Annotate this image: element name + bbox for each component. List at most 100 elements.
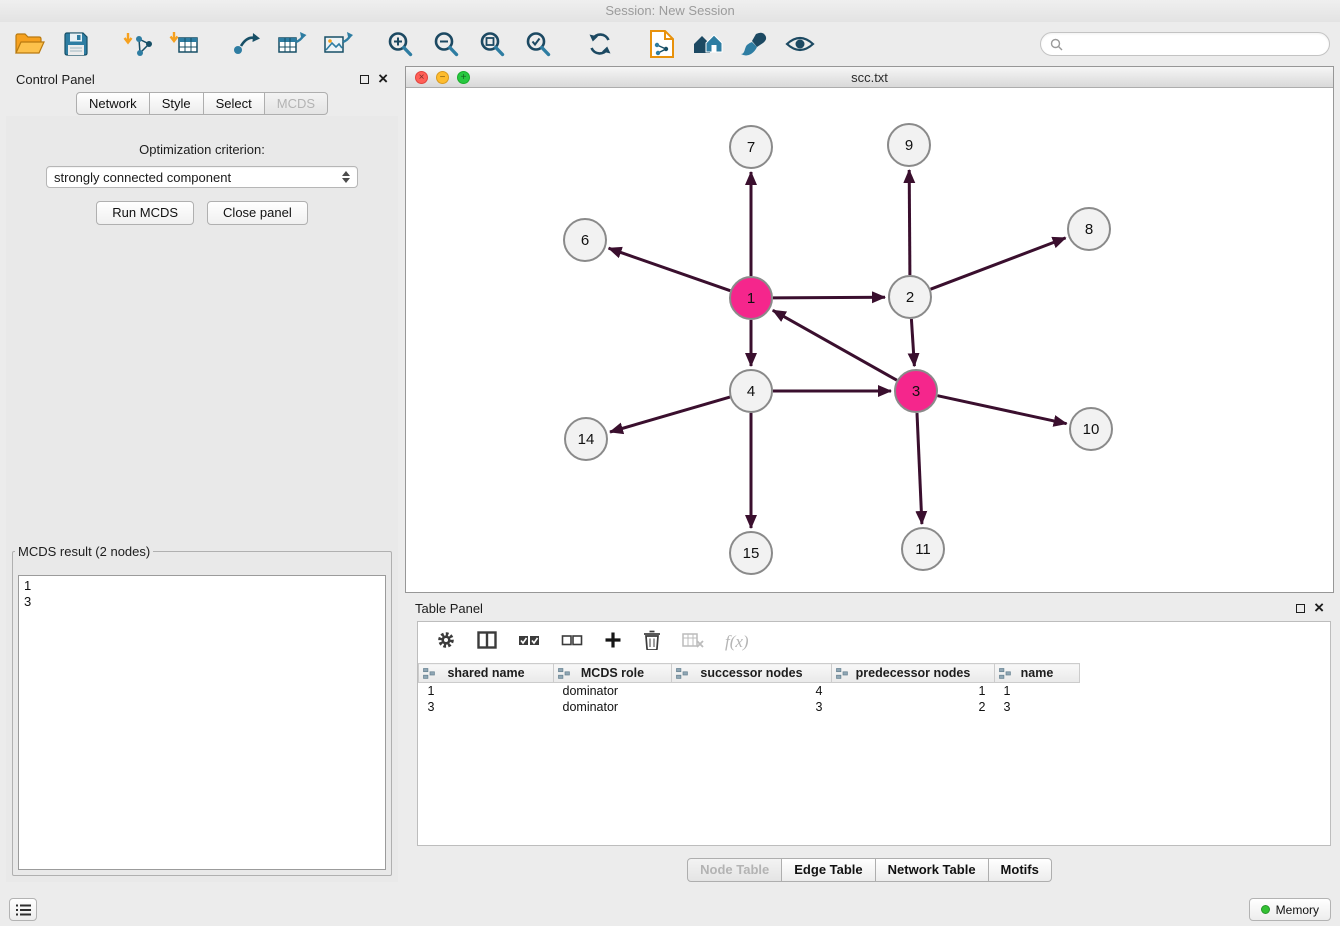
split-panel-icon	[477, 631, 497, 649]
table-tab-motifs[interactable]: Motifs	[989, 858, 1052, 882]
graph-edge-1-6[interactable]	[609, 248, 731, 291]
tab-mcds[interactable]: MCDS	[265, 92, 328, 115]
float-table-panel-icon[interactable]	[1296, 604, 1305, 613]
graph-edge-3-11[interactable]	[917, 413, 922, 524]
combo-arrows-icon	[342, 171, 350, 183]
table-cell[interactable]: 1	[832, 683, 995, 699]
float-panel-icon[interactable]	[360, 75, 369, 84]
control-panel-tabs: NetworkStyleSelectMCDS	[6, 92, 398, 115]
table-cell[interactable]: 1	[419, 683, 554, 699]
graph-edge-3-10[interactable]	[938, 396, 1067, 424]
main-toolbar	[0, 22, 1340, 66]
network-document-button[interactable]	[642, 26, 682, 62]
graph-node-label-2: 2	[906, 289, 914, 306]
table-cell[interactable]: 3	[672, 699, 832, 715]
table-cell[interactable]: dominator	[554, 683, 672, 699]
delete-table-button	[682, 631, 704, 654]
open-file-button[interactable]	[10, 26, 50, 62]
export-network-button[interactable]	[226, 26, 266, 62]
graph-edge-3-1[interactable]	[773, 310, 897, 380]
search-icon	[1050, 38, 1063, 51]
table-cell[interactable]: 3	[419, 699, 554, 715]
tab-select[interactable]: Select	[204, 92, 265, 115]
mcds-panel: Optimization criterion: strongly connect…	[6, 116, 398, 882]
graph-node-label-10: 10	[1083, 421, 1100, 438]
deselect-all-button[interactable]	[561, 632, 583, 653]
zoom-in-button[interactable]	[380, 26, 420, 62]
column-header-shared-name[interactable]: shared name	[419, 664, 554, 683]
split-table-button[interactable]	[477, 631, 497, 654]
column-header-mcds-role[interactable]: MCDS role	[554, 664, 672, 683]
table-tab-node-table[interactable]: Node Table	[687, 858, 782, 882]
houses-icon	[692, 31, 724, 57]
network-window-titlebar[interactable]: × − + scc.txt	[406, 67, 1333, 88]
table-cell[interactable]: dominator	[554, 699, 672, 715]
graph-edge-4-14[interactable]	[610, 397, 730, 432]
delete-column-button[interactable]	[643, 630, 661, 655]
graph-edge-2-8[interactable]	[931, 238, 1066, 289]
zoom-in-icon	[386, 30, 414, 58]
save-session-button[interactable]	[56, 26, 96, 62]
import-table-button[interactable]	[164, 26, 204, 62]
select-all-button[interactable]	[518, 632, 540, 653]
close-panel-button[interactable]: Close panel	[207, 201, 308, 225]
maximize-window-button[interactable]: +	[457, 71, 470, 84]
memory-label: Memory	[1276, 903, 1319, 917]
zoom-fit-button[interactable]	[472, 26, 512, 62]
mcds-result-line: 1	[24, 578, 380, 594]
mcds-result-text[interactable]: 13	[18, 575, 386, 870]
column-type-icon	[676, 668, 688, 679]
optimization-criterion-select[interactable]: strongly connected component	[46, 166, 358, 188]
tab-style[interactable]: Style	[150, 92, 204, 115]
memory-button[interactable]: Memory	[1249, 898, 1331, 921]
table-tab-edge-table[interactable]: Edge Table	[782, 858, 875, 882]
graph-edge-2-3[interactable]	[911, 319, 914, 366]
zoom-selected-icon	[524, 30, 552, 58]
minimize-window-button[interactable]: −	[436, 71, 449, 84]
table-settings-button[interactable]	[436, 630, 456, 655]
zoom-selected-button[interactable]	[518, 26, 558, 62]
close-window-button[interactable]: ×	[415, 71, 428, 84]
refresh-view-button[interactable]	[580, 26, 620, 62]
column-header-name[interactable]: name	[995, 664, 1080, 683]
mcds-result-title: MCDS result (2 nodes)	[15, 544, 153, 559]
graph-node-label-3: 3	[912, 383, 920, 400]
graph-node-label-11: 11	[915, 541, 931, 558]
run-mcds-button[interactable]: Run MCDS	[96, 201, 194, 225]
export-table-button[interactable]	[272, 26, 312, 62]
network-canvas[interactable]: 7968124314101511	[406, 88, 1333, 592]
table-cell[interactable]: 2	[832, 699, 995, 715]
style-button[interactable]	[734, 26, 774, 62]
table-tab-network-table[interactable]: Network Table	[876, 858, 989, 882]
table-row[interactable]: 3dominator323	[419, 699, 1080, 715]
graph-edge-2-9[interactable]	[909, 170, 910, 275]
import-network-button[interactable]	[118, 26, 158, 62]
graph-node-label-4: 4	[747, 383, 755, 400]
graph-node-label-6: 6	[581, 232, 589, 249]
function-builder-icon: f(x)	[725, 632, 749, 652]
home-network-button[interactable]	[688, 26, 728, 62]
graph-edge-1-2[interactable]	[773, 297, 885, 298]
table-cell[interactable]: 4	[672, 683, 832, 699]
refresh-icon	[586, 30, 614, 58]
optimization-criterion-value: strongly connected component	[54, 170, 231, 185]
close-panel-icon[interactable]: ×	[378, 73, 388, 85]
table-cell[interactable]: 3	[995, 699, 1080, 715]
column-header-predecessor-nodes[interactable]: predecessor nodes	[832, 664, 995, 683]
column-header-successor-nodes[interactable]: successor nodes	[672, 664, 832, 683]
table-cell[interactable]: 1	[995, 683, 1080, 699]
column-header-label: shared name	[447, 666, 524, 680]
table-panel: Table Panel ×	[405, 595, 1334, 888]
close-table-panel-icon[interactable]: ×	[1314, 602, 1324, 614]
search-box[interactable]	[1040, 32, 1330, 56]
zoom-out-button[interactable]	[426, 26, 466, 62]
add-column-button[interactable]	[604, 631, 622, 654]
graphics-details-button[interactable]	[780, 26, 820, 62]
search-input[interactable]	[1068, 36, 1320, 52]
control-panel-title: Control Panel	[16, 72, 95, 87]
export-image-button[interactable]	[318, 26, 358, 62]
table-row[interactable]: 1dominator411	[419, 683, 1080, 699]
panel-list-button[interactable]	[9, 898, 37, 921]
floppy-disk-icon	[63, 31, 89, 57]
tab-network[interactable]: Network	[76, 92, 150, 115]
